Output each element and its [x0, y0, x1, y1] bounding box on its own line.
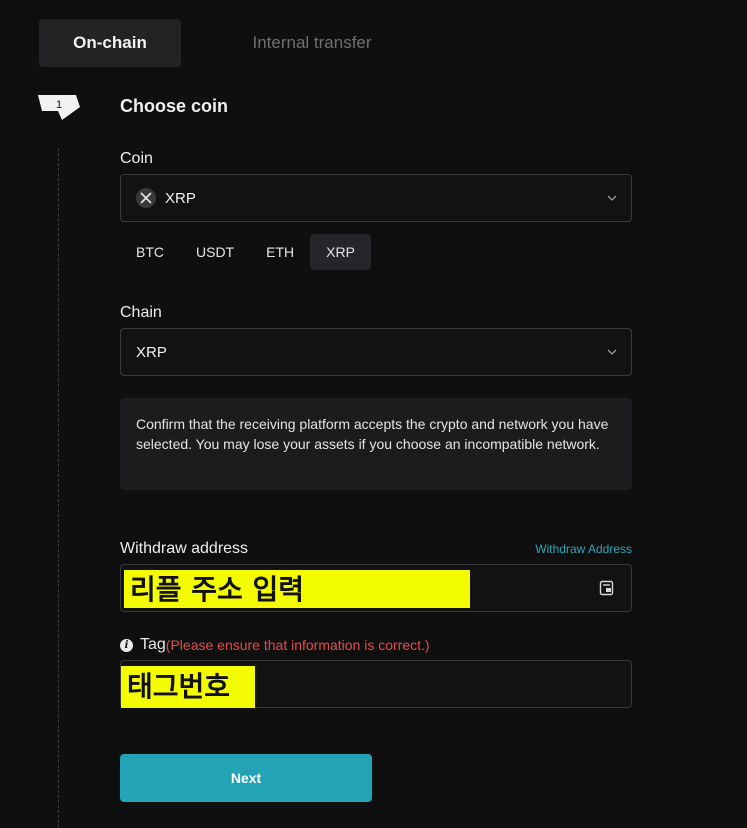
network-notice: Confirm that the receiving platform acce… — [120, 398, 632, 490]
withdraw-address-value: 리플 주소 입력 — [124, 570, 470, 608]
coin-chip-usdt[interactable]: USDT — [180, 234, 250, 270]
coin-chip-eth[interactable]: ETH — [250, 234, 310, 270]
coin-label: Coin — [120, 150, 153, 167]
chevron-down-icon — [607, 195, 617, 201]
step-title: Choose coin — [120, 96, 229, 116]
chevron-down-icon — [607, 349, 617, 355]
next-button[interactable]: Next — [120, 754, 372, 802]
tab-on-chain[interactable]: On-chain — [39, 19, 181, 67]
coin-select[interactable]: XRP — [120, 174, 632, 222]
withdraw-address-link[interactable]: Withdraw Address — [535, 542, 632, 556]
step-number-badge: 1 — [38, 95, 80, 120]
chain-select[interactable]: XRP — [120, 328, 632, 376]
tag-label: Tag — [140, 636, 166, 653]
xrp-icon — [136, 188, 156, 208]
tab-internal-transfer[interactable]: Internal transfer — [181, 19, 443, 67]
coin-chip-btc[interactable]: BTC — [120, 234, 180, 270]
chain-label: Chain — [120, 304, 162, 321]
address-book-icon[interactable] — [598, 579, 616, 597]
withdraw-address-label: Withdraw address — [120, 540, 249, 557]
withdraw-type-tabs: On-chain Internal transfer — [39, 19, 443, 67]
coin-chip-xrp[interactable]: XRP — [310, 234, 371, 270]
step-connector-line — [58, 148, 59, 828]
coin-quick-picks: BTC USDT ETH XRP — [120, 234, 371, 270]
step-number: 1 — [56, 99, 62, 111]
chain-select-value: XRP — [136, 343, 167, 361]
coin-select-value: XRP — [165, 189, 196, 207]
tag-value: 태그번호 — [121, 666, 255, 708]
info-icon: i — [120, 638, 133, 652]
tag-label-row: i Tag (Please ensure that information is… — [120, 636, 430, 654]
tag-warning: (Please ensure that information is corre… — [165, 637, 430, 653]
